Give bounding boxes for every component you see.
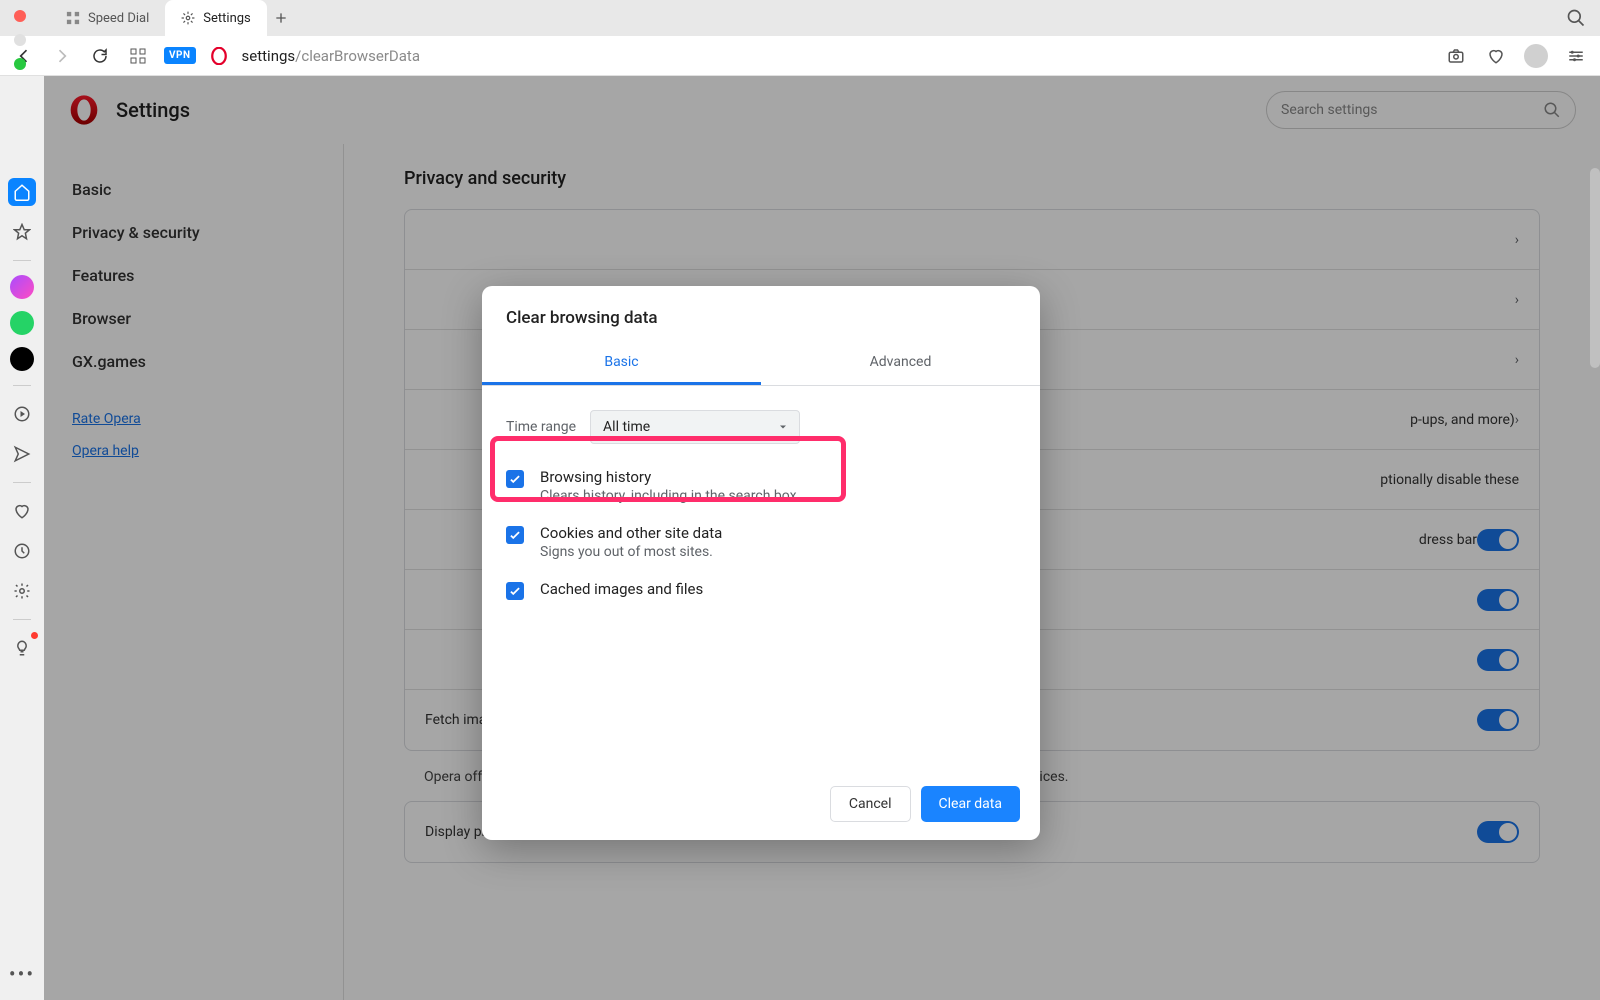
- option-cached[interactable]: Cached images and files: [506, 570, 1016, 610]
- settings-gear-icon[interactable]: [8, 577, 36, 605]
- chevron-down-icon: [777, 421, 789, 433]
- option-cookies[interactable]: Cookies and other site data Signs you ou…: [506, 514, 1016, 570]
- traffic-max[interactable]: [14, 58, 26, 70]
- option-desc: Clears history, including in the search …: [540, 488, 797, 504]
- cancel-button[interactable]: Cancel: [830, 786, 911, 822]
- option-title: Cached images and files: [540, 580, 703, 598]
- pinboards-heart-icon[interactable]: [8, 497, 36, 525]
- whatsapp-icon[interactable]: [10, 311, 34, 335]
- url-display[interactable]: settings/clearBrowserData: [242, 47, 420, 65]
- vertical-sidebar: •••: [0, 76, 44, 1000]
- forward-button[interactable]: [50, 44, 74, 68]
- speed-dial-icon[interactable]: [126, 44, 150, 68]
- new-tab-button[interactable]: [267, 4, 295, 32]
- url-host: settings: [242, 47, 296, 65]
- option-desc: Signs you out of most sites.: [540, 544, 722, 560]
- tab-label: Speed Dial: [88, 11, 149, 26]
- history-clock-icon[interactable]: [8, 537, 36, 565]
- dialog-title: Clear browsing data: [482, 286, 1040, 342]
- tab-settings[interactable]: Settings: [165, 0, 266, 36]
- dialog-tabs: Basic Advanced: [482, 342, 1040, 386]
- player-icon[interactable]: [8, 400, 36, 428]
- time-range-label: Time range: [506, 419, 576, 435]
- snapshot-icon[interactable]: [1444, 44, 1468, 68]
- tab-speed-dial[interactable]: Speed Dial: [50, 0, 165, 36]
- tiktok-icon[interactable]: [10, 347, 34, 371]
- checkbox-checked[interactable]: [506, 470, 524, 488]
- tab-advanced[interactable]: Advanced: [761, 342, 1040, 385]
- tip-icon[interactable]: [8, 634, 36, 662]
- vpn-badge[interactable]: VPN: [164, 47, 196, 64]
- sidebar-separator: [13, 385, 31, 386]
- settings-content: Settings Search settings Basic Privacy &…: [44, 76, 1600, 1000]
- grid-icon: [66, 11, 80, 25]
- checkbox-checked[interactable]: [506, 582, 524, 600]
- reload-button[interactable]: [88, 44, 112, 68]
- send-icon[interactable]: [8, 440, 36, 468]
- sidebar-separator: [13, 260, 31, 261]
- bookmarks-star-icon[interactable]: [8, 218, 36, 246]
- search-tabs-icon[interactable]: [1566, 8, 1586, 28]
- time-range-value: All time: [603, 419, 650, 435]
- option-browsing-history[interactable]: Browsing history Clears history, includi…: [506, 458, 1016, 514]
- option-title: Cookies and other site data: [540, 524, 722, 542]
- gear-icon: [181, 11, 195, 25]
- clear-browsing-data-dialog: Clear browsing data Basic Advanced Time …: [482, 286, 1040, 840]
- checkbox-checked[interactable]: [506, 526, 524, 544]
- profile-avatar[interactable]: [1524, 44, 1548, 68]
- address-bar: VPN settings/clearBrowserData: [0, 36, 1600, 76]
- heart-icon[interactable]: [1484, 44, 1508, 68]
- scrollbar-thumb[interactable]: [1590, 168, 1600, 368]
- tab-label: Settings: [203, 11, 250, 26]
- sidebar-separator: [13, 482, 31, 483]
- traffic-min[interactable]: [14, 34, 26, 46]
- option-title: Browsing history: [540, 468, 797, 486]
- traffic-close[interactable]: [14, 10, 26, 22]
- home-icon[interactable]: [8, 178, 36, 206]
- sidebar-separator: [13, 619, 31, 620]
- url-path: /clearBrowserData: [295, 47, 420, 65]
- sidebar-more-icon[interactable]: •••: [8, 960, 36, 988]
- clear-data-button[interactable]: Clear data: [921, 786, 1020, 822]
- tab-strip: Speed Dial Settings: [0, 0, 1600, 36]
- easy-setup-icon[interactable]: [1564, 44, 1588, 68]
- messenger-icon[interactable]: [10, 275, 34, 299]
- opera-icon: [210, 47, 228, 65]
- time-range-select[interactable]: All time: [590, 410, 800, 444]
- tab-basic[interactable]: Basic: [482, 342, 761, 385]
